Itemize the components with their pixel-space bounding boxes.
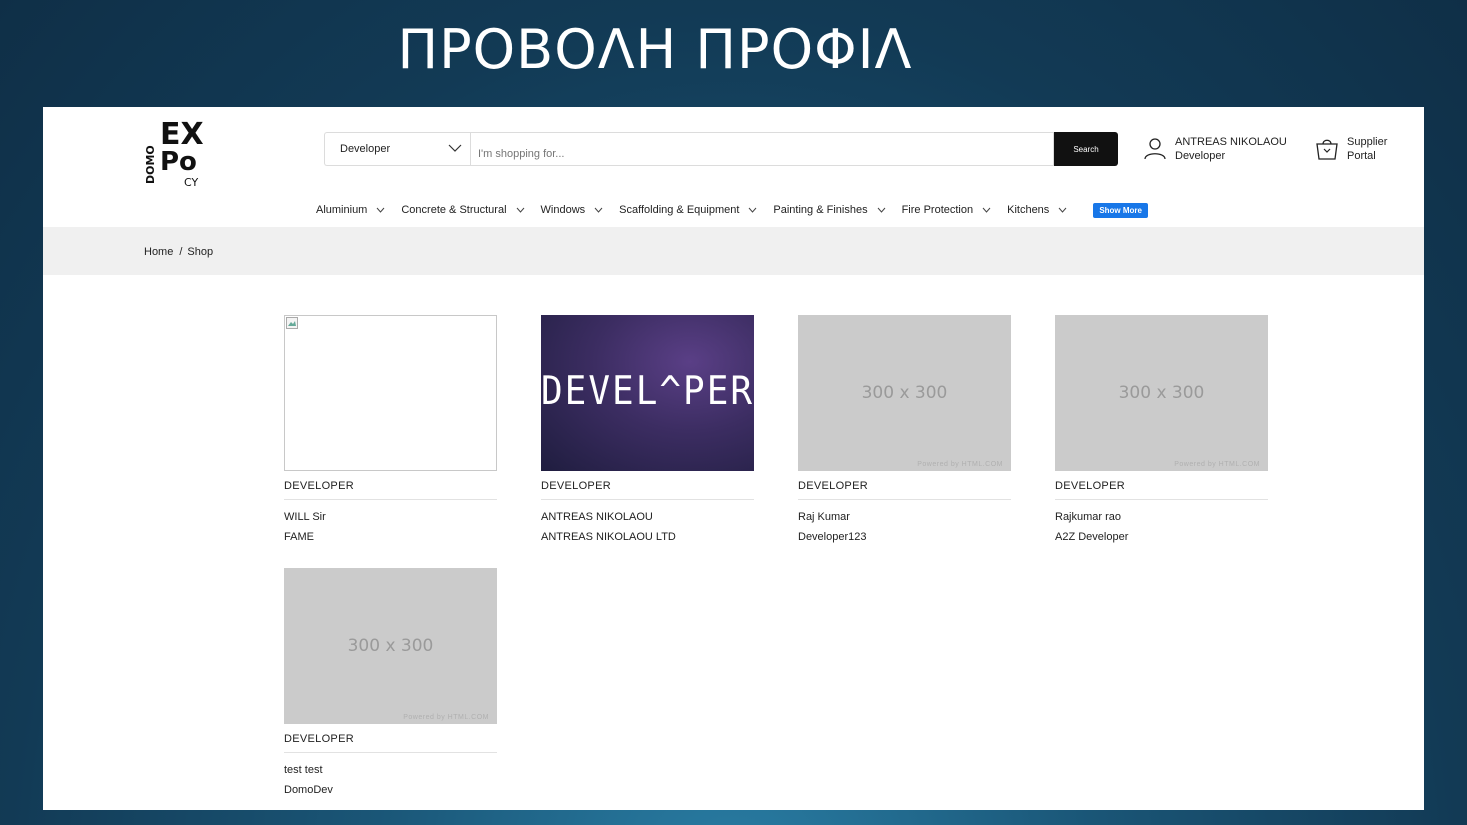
chevron-down-icon bbox=[376, 207, 385, 213]
product-category: DEVELOPER bbox=[284, 480, 497, 500]
domo-expo-logo[interactable]: DOMO EX Po CY bbox=[146, 112, 218, 188]
svg-text:DOMO: DOMO bbox=[146, 145, 157, 184]
search-input[interactable] bbox=[470, 132, 1054, 166]
product-company: ANTREAS NIKOLAOU LTD bbox=[541, 531, 676, 543]
product-category: DEVELOPER bbox=[798, 480, 1011, 500]
user-role: Developer bbox=[1175, 150, 1226, 162]
placeholder-size-text: 300 x 300 bbox=[1118, 383, 1205, 403]
chevron-down-icon bbox=[594, 207, 603, 213]
product-category: DEVELOPER bbox=[541, 480, 754, 500]
chevron-down-icon bbox=[877, 207, 885, 213]
breadcrumb-home[interactable]: Home bbox=[144, 246, 173, 258]
chevron-down-icon bbox=[516, 207, 524, 213]
shopping-bag-icon bbox=[1316, 139, 1338, 160]
category-select[interactable]: Developer bbox=[324, 132, 470, 166]
category-select-value: Developer bbox=[340, 143, 391, 155]
placeholder-size-text: 300 x 300 bbox=[861, 383, 948, 403]
product-image-placeholder[interactable]: 300 x 300 Powered by HTML.COM bbox=[798, 315, 1011, 471]
nav-item-kitchens[interactable]: Kitchens bbox=[1007, 204, 1067, 216]
nav-item-aluminium[interactable]: Aluminium bbox=[316, 204, 385, 216]
slide-title: ΠΡΟΒΟΛΗ ΠΡΟΦΙΛ bbox=[397, 18, 913, 81]
nav-item-painting[interactable]: Painting & Finishes bbox=[773, 204, 885, 216]
product-company: A2Z Developer bbox=[1055, 531, 1129, 543]
nav-item-fire-protection[interactable]: Fire Protection bbox=[902, 204, 992, 216]
product-card[interactable]: DEVEL^PER DEVELOPER ANTREAS NIKOLAOU ANT… bbox=[541, 315, 754, 543]
category-nav: Aluminium Concrete & Structural Windows … bbox=[316, 200, 1148, 220]
product-card[interactable]: DEVELOPER WILL Sir FAME bbox=[284, 315, 497, 543]
supplier-line1: Supplier bbox=[1347, 136, 1388, 148]
placeholder-powered-text: Powered by HTML.COM bbox=[917, 461, 1003, 468]
product-company: DomoDev bbox=[284, 784, 333, 796]
chevron-down-icon bbox=[749, 207, 757, 213]
developer-banner-text: DEVEL^PER bbox=[541, 368, 754, 415]
user-icon bbox=[1144, 138, 1166, 160]
svg-text:CY: CY bbox=[184, 176, 198, 188]
product-company: FAME bbox=[284, 531, 314, 543]
placeholder-size-text: 300 x 300 bbox=[347, 636, 434, 656]
breadcrumb-current: Shop bbox=[187, 246, 214, 258]
product-name[interactable]: ANTREAS NIKOLAOU bbox=[541, 511, 754, 523]
nav-item-concrete[interactable]: Concrete & Structural bbox=[401, 204, 524, 216]
chevron-down-icon bbox=[1058, 207, 1067, 213]
svg-text:Po: Po bbox=[160, 147, 197, 177]
user-name: ANTREAS NIKOLAOU bbox=[1175, 136, 1287, 148]
product-card[interactable]: 300 x 300 Powered by HTML.COM DEVELOPER … bbox=[284, 568, 497, 796]
product-image-placeholder[interactable]: 300 x 300 Powered by HTML.COM bbox=[284, 568, 497, 724]
nav-item-scaffolding[interactable]: Scaffolding & Equipment bbox=[619, 204, 757, 216]
product-image-developer[interactable]: DEVEL^PER bbox=[541, 315, 754, 471]
supplier-line2: Portal bbox=[1347, 150, 1376, 162]
breadcrumb-separator: / bbox=[179, 246, 183, 258]
user-account[interactable]: ANTREAS NIKOLAOU Developer bbox=[1143, 134, 1303, 168]
browser-screenshot: DOMO EX Po CY Developer Search ANTREAS N… bbox=[43, 107, 1424, 810]
show-more-button[interactable]: Show More bbox=[1093, 202, 1148, 218]
product-card[interactable]: 300 x 300 Powered by HTML.COM DEVELOPER … bbox=[1055, 315, 1268, 543]
product-category: DEVELOPER bbox=[1055, 480, 1268, 500]
supplier-portal-link[interactable]: Supplier Portal bbox=[1315, 135, 1415, 169]
product-name[interactable]: Rajkumar rao bbox=[1055, 511, 1268, 523]
nav-item-windows[interactable]: Windows bbox=[541, 204, 604, 216]
broken-image-icon bbox=[286, 317, 298, 329]
placeholder-powered-text: Powered by HTML.COM bbox=[403, 714, 489, 721]
chevron-down-icon bbox=[448, 144, 462, 152]
product-category: DEVELOPER bbox=[284, 733, 497, 753]
placeholder-powered-text: Powered by HTML.COM bbox=[1174, 461, 1260, 468]
product-card[interactable]: 300 x 300 Powered by HTML.COM DEVELOPER … bbox=[798, 315, 1011, 543]
product-company: Developer123 bbox=[798, 531, 867, 543]
product-name[interactable]: test test bbox=[284, 764, 497, 776]
search-button[interactable]: Search bbox=[1054, 132, 1118, 166]
product-image-broken[interactable] bbox=[284, 315, 497, 471]
product-name[interactable]: WILL Sir bbox=[284, 511, 497, 523]
breadcrumb: Home / Shop bbox=[43, 227, 1424, 275]
product-name[interactable]: Raj Kumar bbox=[798, 511, 1011, 523]
product-image-placeholder[interactable]: 300 x 300 Powered by HTML.COM bbox=[1055, 315, 1268, 471]
chevron-down-icon bbox=[982, 207, 991, 213]
